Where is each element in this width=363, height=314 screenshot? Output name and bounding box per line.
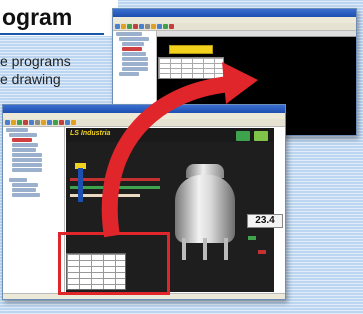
toolbar-icon[interactable] xyxy=(59,120,64,125)
tree-item[interactable] xyxy=(12,143,38,147)
toolbar-icon[interactable] xyxy=(163,24,168,29)
description-line-1: e programs xyxy=(0,53,71,69)
toolbar-icon[interactable] xyxy=(139,24,144,29)
window-toolbar[interactable] xyxy=(113,23,356,31)
pipe-green xyxy=(70,186,160,189)
screen-label-back xyxy=(169,45,213,54)
toolbar-icon[interactable] xyxy=(127,24,132,29)
tree-item[interactable] xyxy=(6,128,28,132)
indicator-lamp xyxy=(258,250,266,254)
tank-leg xyxy=(224,238,228,260)
hmi-status-button[interactable] xyxy=(236,131,250,141)
tree-item[interactable] xyxy=(12,193,40,197)
title-underline xyxy=(0,33,104,35)
toolbar-icon[interactable] xyxy=(17,120,22,125)
tree-item[interactable] xyxy=(122,42,144,46)
toolbar-icon[interactable] xyxy=(115,24,120,29)
toolbar-icon[interactable] xyxy=(145,24,150,29)
toolbar-icon[interactable] xyxy=(41,120,46,125)
tree-item[interactable] xyxy=(122,67,148,71)
tree-item[interactable] xyxy=(12,168,42,172)
tree-item[interactable] xyxy=(12,148,36,152)
page-title: ogram xyxy=(2,4,73,30)
readout-value: 23.4 xyxy=(255,215,275,226)
hmi-header-title: LS Industria xyxy=(70,130,111,137)
description-line-2: e drawing xyxy=(0,71,61,87)
toolbar-icon[interactable] xyxy=(35,120,40,125)
tank-leg xyxy=(182,238,186,260)
tree-item[interactable] xyxy=(9,178,27,182)
tree-item[interactable] xyxy=(119,72,139,76)
tree-item[interactable] xyxy=(116,32,142,36)
tree-item[interactable] xyxy=(12,138,32,142)
window-titlebar[interactable] xyxy=(3,105,285,113)
tree-item[interactable] xyxy=(122,62,148,66)
toolbar-icon[interactable] xyxy=(47,120,52,125)
toolbar-icon[interactable] xyxy=(29,120,34,125)
indicator-lamp xyxy=(248,236,256,240)
data-grid-back xyxy=(158,57,224,79)
tank-leg xyxy=(203,238,207,260)
toolbar-icon[interactable] xyxy=(11,120,16,125)
tank-body xyxy=(175,175,235,243)
tree-item[interactable] xyxy=(12,163,42,167)
tree-item[interactable] xyxy=(12,158,42,162)
pipe-red xyxy=(70,178,160,181)
tree-item[interactable] xyxy=(9,133,37,137)
tree-item[interactable] xyxy=(122,47,142,51)
window-titlebar[interactable] xyxy=(113,9,356,17)
hmi-status-button[interactable] xyxy=(254,131,268,141)
toolbar-icon[interactable] xyxy=(5,120,10,125)
level-gauge xyxy=(78,168,83,202)
description: e programs e drawing xyxy=(0,52,71,88)
tree-item[interactable] xyxy=(12,183,38,187)
temperature-readout: 23.4 xyxy=(247,214,283,228)
highlight-box xyxy=(58,232,170,295)
toolbar-icon[interactable] xyxy=(151,24,156,29)
toolbar-icon[interactable] xyxy=(23,120,28,125)
toolbar-icon[interactable] xyxy=(157,24,162,29)
tree-item[interactable] xyxy=(122,57,148,61)
tree-item[interactable] xyxy=(12,153,42,157)
tree-item[interactable] xyxy=(12,188,36,192)
toolbar-icon[interactable] xyxy=(71,120,76,125)
title-card: ogram xyxy=(0,0,118,36)
toolbar-icon[interactable] xyxy=(65,120,70,125)
window-toolbar[interactable] xyxy=(3,119,285,127)
toolbar-icon[interactable] xyxy=(121,24,126,29)
project-tree[interactable] xyxy=(3,127,65,295)
toolbar-icon[interactable] xyxy=(53,120,58,125)
hmi-header: LS Industria xyxy=(66,128,274,142)
tree-item[interactable] xyxy=(119,37,149,41)
toolbar-icon[interactable] xyxy=(169,24,174,29)
toolbar-icon[interactable] xyxy=(133,24,138,29)
tree-item[interactable] xyxy=(122,52,146,56)
